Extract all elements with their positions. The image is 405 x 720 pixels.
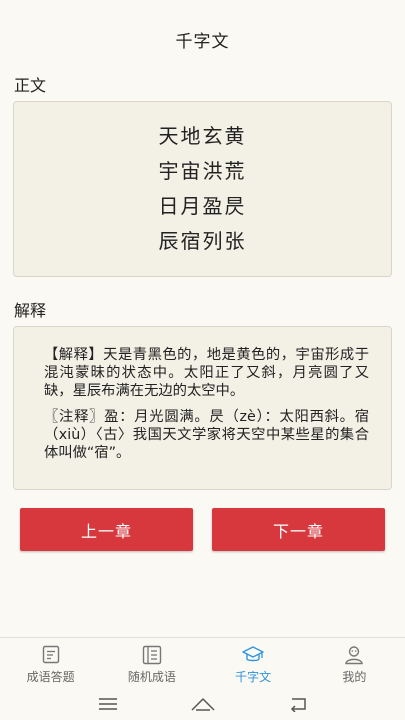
main-text-line: 日月盈昃 bbox=[158, 194, 247, 218]
main-text-label: 正文 bbox=[14, 76, 47, 95]
main-text-line: 宇宙洪荒 bbox=[158, 159, 247, 183]
tab-thousand-character-classic[interactable]: 千字文 bbox=[203, 638, 304, 687]
back-icon bbox=[290, 697, 306, 712]
main-text-line: 天地玄黄 bbox=[158, 124, 247, 148]
tab-label: 随机成语 bbox=[127, 670, 176, 684]
page-title: 千字文 bbox=[175, 32, 230, 52]
annotation-paragraph: 〖注释〗盈：月光圆满。昃（zè）：太阳西斜。宿（xiù）〈古〉我国天文学家将天空… bbox=[44, 409, 369, 461]
bottom-tab-bar: 成语答题 随机成语 千字文 我的 bbox=[0, 637, 405, 687]
system-back-button[interactable] bbox=[283, 694, 313, 714]
menu-icon bbox=[98, 697, 117, 710]
system-menu-button[interactable] bbox=[93, 694, 123, 714]
tab-random-idiom[interactable]: 随机成语 bbox=[101, 638, 202, 687]
random-book-icon bbox=[142, 645, 162, 665]
main-text-line: 辰宿列张 bbox=[158, 229, 247, 253]
tab-idiom-quiz[interactable]: 成语答题 bbox=[0, 638, 101, 687]
explanation-paragraph: 【解释】天是青黑色的，地是黄色的，宇宙形成于混沌蒙昧的状态中。太阳正了又斜，月亮… bbox=[44, 347, 369, 399]
main-text-card: 天地玄黄 宇宙洪荒 日月盈昃 辰宿列张 bbox=[13, 101, 392, 277]
previous-chapter-button[interactable]: 上一章 bbox=[20, 508, 193, 551]
home-icon bbox=[190, 697, 215, 711]
next-chapter-button[interactable]: 下一章 bbox=[212, 508, 385, 551]
tab-label: 千字文 bbox=[235, 670, 272, 684]
tab-profile[interactable]: 我的 bbox=[304, 638, 405, 687]
system-home-button[interactable] bbox=[188, 694, 218, 714]
quiz-icon bbox=[42, 645, 59, 664]
explanation-card: 【解释】天是青黑色的，地是黄色的，宇宙形成于混沌蒙昧的状态中。太阳正了又斜，月亮… bbox=[13, 326, 392, 490]
tab-label: 成语答题 bbox=[26, 670, 75, 684]
tab-label: 我的 bbox=[342, 670, 367, 684]
graduation-cap-icon bbox=[242, 646, 264, 662]
screen: 千字文 正文 天地玄黄 宇宙洪荒 日月盈昃 辰宿列张 解释 【解释】天是青黑色的… bbox=[0, 0, 405, 720]
explanation-label: 解释 bbox=[14, 301, 47, 320]
system-navigation-bar bbox=[0, 687, 405, 720]
header: 千字文 bbox=[0, 0, 405, 70]
profile-icon bbox=[345, 646, 364, 665]
